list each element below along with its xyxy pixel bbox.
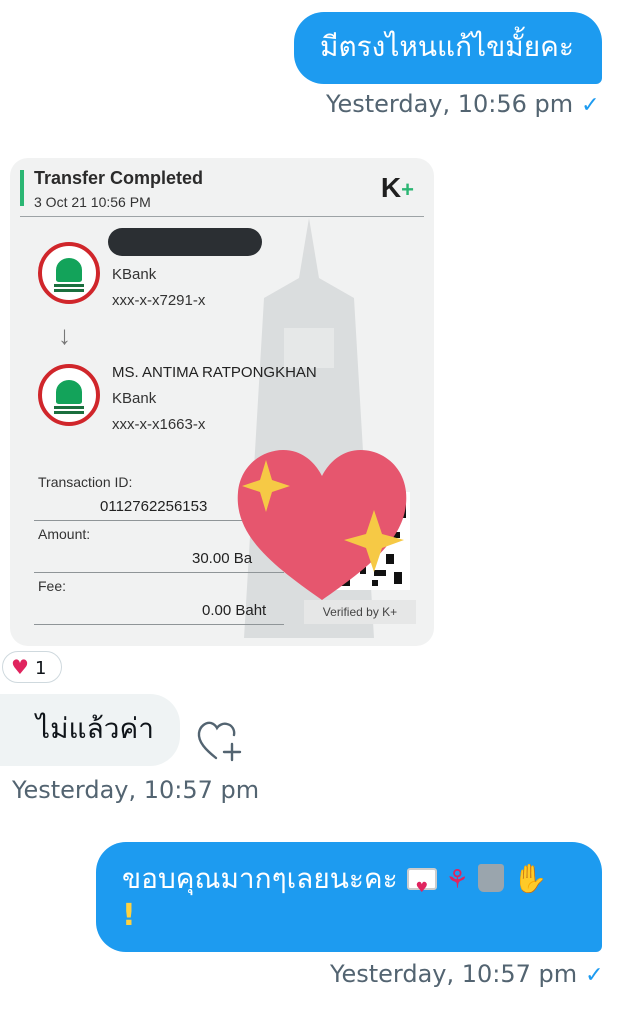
message-timestamp: Yesterday, 10:57 pm [12,776,260,804]
kplus-logo: K+ [381,172,414,204]
outgoing-message-bubble[interactable]: มีตรงไหนแก้ไขมั้ยคะ [294,12,602,84]
transfer-receipt-image[interactable]: Transfer Completed 3 Oct 21 10:56 PM K+ … [10,158,434,646]
timestamp-text: Yesterday, 10:57 pm [330,960,578,988]
message-text: ขอบคุณมากๆเลยนะคะ [122,862,398,895]
message-text: ไม่แล้วค่า [36,712,154,745]
message-timestamp: Yesterday, 10:56 pm ✓ [326,90,600,118]
kbank-logo-icon [38,242,100,304]
accent-bar [20,170,24,206]
heart-icon: ♥ [11,655,29,679]
tulip-icon: ⚘ [445,865,469,895]
raised-hand-icon: ✋ [512,862,548,895]
arrow-down-icon: ↓ [58,320,71,350]
fee-label: Fee: [38,578,67,594]
timestamp-text: Yesterday, 10:56 pm [326,90,574,118]
outgoing-message-bubble[interactable]: ขอบคุณมากๆเลยนะคะ ⚘ ✋ ! [96,842,602,952]
logo-plus: + [401,177,414,202]
separator [34,624,284,625]
message-timestamp: Yesterday, 10:57 pm ✓ [330,960,604,988]
incoming-message-bubble[interactable]: ไม่แล้วค่า [0,694,180,766]
wastebasket-icon [477,864,504,892]
heart-plus-icon[interactable] [196,718,244,764]
recipient-bank: KBank [112,390,157,407]
amount-label: Amount: [38,526,91,542]
transaction-label: Transaction ID: [38,474,133,490]
kbank-logo-icon [38,364,100,426]
message-text: มีตรงไหนแก้ไขมั้ยคะ [320,30,574,63]
exclamation-icon: ! [122,898,136,933]
divider [20,216,424,217]
recipient-account: xxx-x-x1663-x [112,416,206,433]
check-icon: ✓ [581,93,600,118]
sender-account: xxx-x-x7291-x [112,292,206,309]
logo-k: K [380,172,402,203]
sparkling-heart-icon [237,449,407,600]
check-icon: ✓ [585,963,604,988]
transaction-id: 0112762256153 [100,498,208,515]
receipt-title: Transfer Completed [34,168,204,188]
sender-bank: KBank [112,266,157,283]
recipient-name: MS. ANTIMA RATPONGKHAN [112,364,317,381]
redacted-sender-name [108,228,262,256]
love-letter-icon [406,868,437,907]
receipt-date: 3 Oct 21 10:56 PM [34,194,151,210]
reaction-badge[interactable]: ♥ 1 [2,651,62,683]
reaction-count: 1 [34,658,47,679]
